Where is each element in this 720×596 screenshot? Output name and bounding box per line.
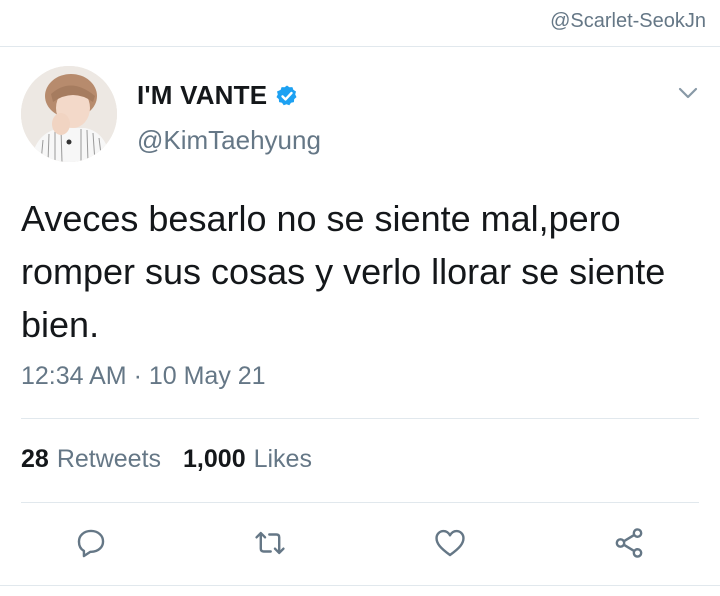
share-icon	[615, 528, 643, 558]
tweet-timestamp[interactable]: 12:34 AM · 10 May 21	[21, 362, 266, 391]
likes-stat[interactable]: 1,000 Likes	[183, 445, 312, 474]
reply-icon	[77, 529, 105, 558]
engagement-stats: 28 Retweets 1,000 Likes	[21, 445, 334, 474]
user-handle[interactable]: @KimTaehyung	[137, 125, 321, 156]
divider	[21, 418, 699, 419]
retweets-stat[interactable]: 28 Retweets	[21, 445, 161, 474]
retweets-label: Retweets	[56, 445, 162, 473]
avatar[interactable]	[21, 66, 117, 162]
bottom-divider	[0, 585, 720, 586]
display-name[interactable]: I'M VANTE	[137, 80, 267, 111]
tweet-text: Aveces besarlo no se siente mal,pero rom…	[21, 198, 666, 345]
divider	[21, 502, 699, 503]
watermark-username: @Scarlet-SeokJn	[550, 10, 706, 32]
share-button[interactable]	[609, 523, 649, 563]
retweet-icon	[255, 531, 285, 555]
top-divider	[0, 46, 720, 47]
likes-count: 1,000	[183, 445, 246, 473]
chevron-down-icon[interactable]	[676, 84, 700, 102]
likes-label: Likes	[253, 445, 312, 473]
avatar-image	[21, 66, 117, 162]
verified-badge-icon	[276, 85, 297, 105]
heart-icon	[435, 529, 465, 557]
retweets-count: 28	[21, 445, 49, 473]
like-button[interactable]	[430, 523, 470, 563]
reply-button[interactable]	[71, 523, 111, 563]
retweet-button[interactable]	[250, 523, 290, 563]
